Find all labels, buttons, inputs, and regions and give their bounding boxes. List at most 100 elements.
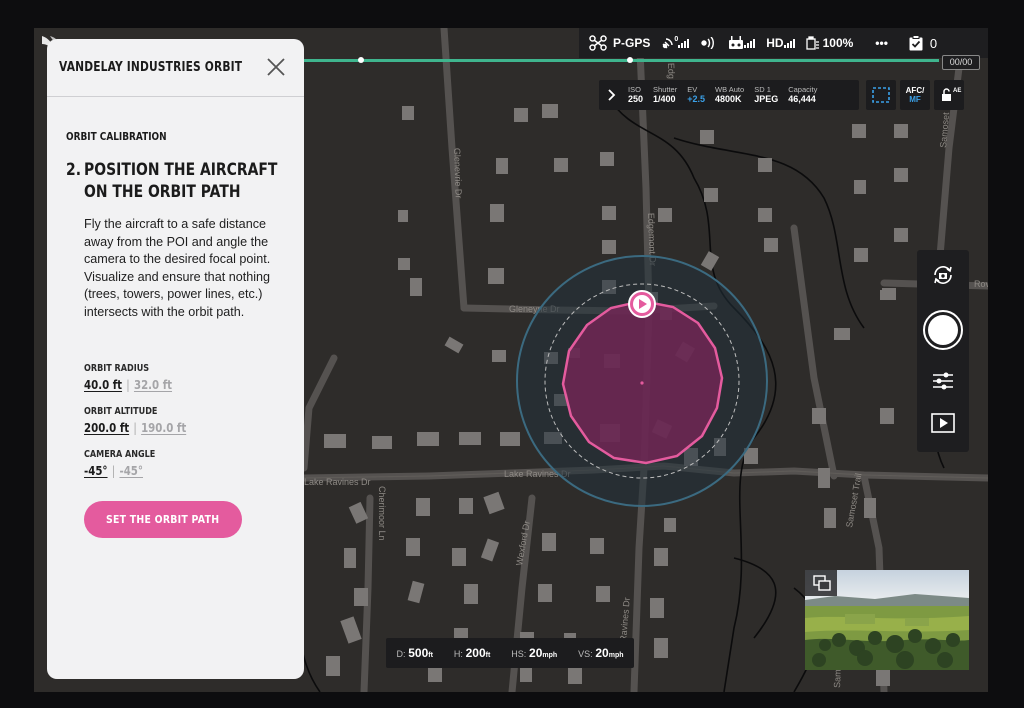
focus-mode-primary: AFC/ <box>905 86 925 95</box>
focus-mode-secondary: MF <box>909 95 921 104</box>
satellite-status[interactable]: 0 <box>660 35 690 51</box>
switch-camera-icon[interactable] <box>931 264 955 286</box>
video-signal-bars-icon <box>783 39 795 48</box>
checklist-status[interactable]: 0 <box>908 35 937 51</box>
orbit-overlay[interactable] <box>516 255 768 507</box>
battery-icon <box>805 36 819 50</box>
telemetry-value: 20 <box>529 646 543 660</box>
telemetry-bar: D: 500ft H: 200ft HS: 20mph VS: 20mph <box>386 638 634 668</box>
camera-setting-shutter[interactable]: Shutter 1/400 <box>653 85 677 105</box>
mission-progress-bar <box>284 59 939 62</box>
more-icon: ••• <box>875 36 888 50</box>
progress-marker <box>627 57 633 63</box>
value-separator: | <box>133 421 137 435</box>
orbit-altitude-alt[interactable]: 190.0 ft <box>141 421 186 435</box>
status-bar: P-GPS 0 HD 100% ••• 0 <box>579 28 988 58</box>
telemetry-unit: ft <box>428 652 433 659</box>
camera-setting-capacity[interactable]: Capacity 46,444 <box>788 85 817 105</box>
gps-mode: P-GPS <box>613 36 651 50</box>
ae-label: AE <box>953 88 962 94</box>
chevron-right-icon[interactable] <box>608 89 616 101</box>
step-title: POSITION THE AIRCRAFT ON THE ORBIT PATH <box>84 160 278 202</box>
battery-percent: 100% <box>822 36 854 50</box>
value-separator: | <box>111 464 116 478</box>
frame-button[interactable] <box>866 80 896 110</box>
aircraft-status[interactable]: P-GPS <box>589 35 650 51</box>
camera-setting-storage[interactable]: SD 1 JPEG <box>754 85 778 105</box>
set-orbit-path-label: SET THE ORBIT PATH <box>106 513 220 526</box>
unlock-icon <box>942 88 951 101</box>
camera-setting-value: 46,444 <box>788 94 816 104</box>
orbit-radius-field[interactable]: 40.0 ft | 32.0 ft <box>84 378 172 392</box>
camera-setting-value: 1/400 <box>653 94 676 104</box>
telemetry-key: HS: <box>511 649 527 659</box>
map-label-samoset-trail: Samoset Trail <box>844 472 863 528</box>
orbit-radius-alt[interactable]: 32.0 ft <box>134 378 172 392</box>
checklist-count: 0 <box>929 35 938 51</box>
camera-angle-value[interactable]: -45° <box>84 464 108 478</box>
camera-controls-panel <box>917 250 969 452</box>
step-description: Fly the aircraft to a safe distance away… <box>84 217 271 319</box>
camera-setting-value: JPEG <box>754 94 779 104</box>
focus-mode-button[interactable]: AFC/ MF <box>900 80 930 110</box>
orbit-radius-label: ORBIT RADIUS <box>84 363 150 374</box>
video-status[interactable]: HD <box>766 36 795 50</box>
more-menu[interactable]: ••• <box>875 36 888 50</box>
waypoint-counter: 00/00 <box>942 55 980 70</box>
switch-view-icon <box>813 575 831 591</box>
remote-status[interactable] <box>728 36 756 50</box>
wifi-status[interactable] <box>700 37 718 49</box>
progress-marker <box>358 57 364 63</box>
checklist-icon <box>909 35 923 51</box>
play-orbit-icon[interactable] <box>628 290 656 318</box>
section-title: ORBIT CALIBRATION <box>66 131 167 143</box>
panel-header: VANDELAY INDUSTRIES ORBIT <box>47 39 304 97</box>
set-orbit-path-button[interactable]: SET THE ORBIT PATH <box>84 501 242 538</box>
camera-setting-key: WB Auto <box>715 85 745 94</box>
camera-setting-wb[interactable]: WB Auto 4800K <box>715 85 744 105</box>
drone-icon <box>589 35 607 51</box>
map-label-edg: Edg <box>666 63 677 79</box>
camera-angle-alt[interactable]: -45° <box>119 464 143 478</box>
camera-setting-value: 4800K <box>715 94 742 104</box>
close-icon[interactable] <box>265 56 287 78</box>
map-label-gleneyrie-vertical: Glenevrie Dr <box>452 148 464 199</box>
telemetry-value: 200 <box>465 646 486 660</box>
telemetry-key: D: <box>396 649 406 659</box>
camera-setting-value: 250 <box>628 94 644 104</box>
telemetry-key: VS: <box>578 649 593 659</box>
rc-signal-bars-icon <box>744 39 756 48</box>
camera-settings-bar[interactable]: ISO 250 Shutter 1/400 EV +2.5 WB Auto 4800K … <box>599 80 859 110</box>
telemetry-unit: mph <box>542 652 558 659</box>
camera-setting-iso[interactable]: ISO 250 <box>628 85 643 105</box>
playback-icon[interactable] <box>931 413 955 433</box>
frame-icon <box>872 87 890 103</box>
ae-lock-button[interactable]: AE <box>934 80 964 110</box>
switch-view-button[interactable] <box>805 570 837 596</box>
telemetry-value: 20 <box>595 646 609 660</box>
camera-angle-field[interactable]: -45° | -45° <box>84 464 143 478</box>
battery-status[interactable]: 100% <box>805 36 854 50</box>
telemetry-key: H: <box>453 649 463 659</box>
telemetry-unit: ft <box>485 652 491 659</box>
shutter-button-icon <box>928 315 958 345</box>
map-label-cherimoor: Cherimoor Ln <box>377 486 387 541</box>
remote-controller-icon <box>729 36 744 49</box>
camera-setting-key: Shutter <box>653 85 678 94</box>
step-number: 2. <box>66 160 82 180</box>
sliders-icon[interactable] <box>932 372 954 390</box>
camera-setting-key: SD 1 <box>754 85 771 94</box>
shutter-button[interactable] <box>923 310 963 350</box>
camera-setting-key: Capacity <box>788 85 818 94</box>
orbit-altitude-field[interactable]: 200.0 ft | 190.0 ft <box>84 421 186 435</box>
signal-bars-icon <box>678 39 690 48</box>
wifi-icon <box>701 37 715 49</box>
poi-marker <box>640 381 644 385</box>
map-label-ravines: Ravines Dr <box>618 597 632 642</box>
video-label: HD <box>766 36 784 50</box>
orbit-radius-value[interactable]: 40.0 ft <box>84 378 122 392</box>
camera-setting-ev[interactable]: EV +2.5 <box>687 85 705 105</box>
telemetry-unit: mph <box>608 652 624 659</box>
orbit-panel: VANDELAY INDUSTRIES ORBIT ORBIT CALIBRAT… <box>47 39 304 679</box>
orbit-altitude-value[interactable]: 200.0 ft <box>84 421 129 435</box>
